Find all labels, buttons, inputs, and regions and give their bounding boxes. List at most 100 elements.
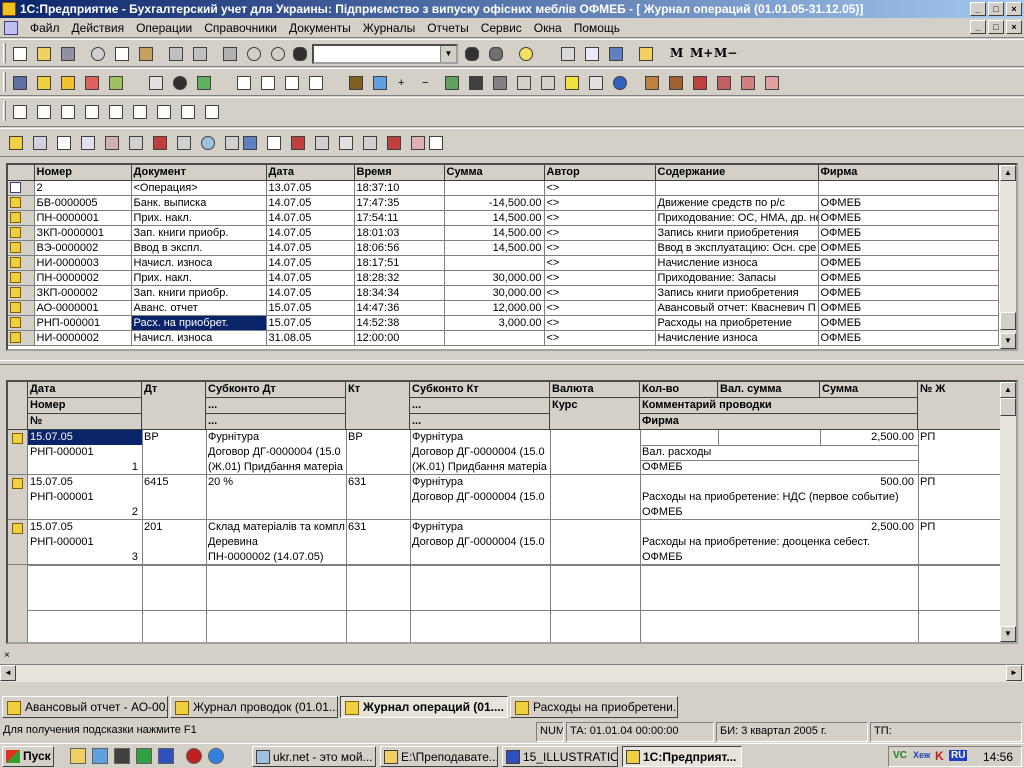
entry-subconto-kt-2[interactable]: Договор ДГ-0000004 (15.0 <box>410 535 550 550</box>
excel-icon[interactable] <box>136 748 152 764</box>
window-tab[interactable]: Журнал проводок (01.01.... <box>170 696 338 718</box>
cell-firm[interactable]: ОФМЕБ <box>818 225 999 241</box>
entry-subconto-kt-3[interactable]: (Ж.01) Придбання матеріа <box>410 460 550 475</box>
save-icon[interactable] <box>58 44 78 64</box>
cut-icon[interactable] <box>88 44 108 64</box>
cell-date[interactable]: 13.07.05 <box>266 180 355 196</box>
menu-item-0[interactable]: Файл <box>24 20 66 36</box>
cell-author[interactable]: <> <box>544 225 656 241</box>
calculator-icon[interactable] <box>558 44 578 64</box>
cell-date[interactable]: 14.07.05 <box>266 240 355 256</box>
clock-icon[interactable] <box>170 73 190 93</box>
menu-item-3[interactable]: Справочники <box>198 20 283 36</box>
cell-time[interactable]: 17:54:11 <box>354 210 445 226</box>
scroll-right-icon[interactable]: ► <box>1006 665 1022 681</box>
menu-item-1[interactable]: Действия <box>66 20 131 36</box>
paste-icon[interactable] <box>136 44 156 64</box>
print-icon[interactable] <box>166 44 186 64</box>
cell-sum[interactable]: -14,500.00 <box>444 195 545 211</box>
pen-icon[interactable] <box>490 73 510 93</box>
column-date[interactable]: Дата <box>266 165 355 181</box>
find-next-icon[interactable] <box>462 44 482 64</box>
entries-grid[interactable]: Дата Номер № Дт Субконто Дт ... ... Кт С… <box>6 380 1018 644</box>
cell-content[interactable]: Приходование: Запасы <box>655 270 819 286</box>
cell-time[interactable]: 18:17:51 <box>354 255 445 271</box>
cell-firm[interactable]: ОФМЕБ <box>818 285 999 301</box>
cell-date[interactable]: 14.07.05 <box>266 285 355 301</box>
sort-desc-icon[interactable] <box>538 73 558 93</box>
column-number[interactable]: Номер <box>34 165 132 181</box>
cell-firm[interactable]: ОФМЕБ <box>818 255 999 271</box>
cash-register-icon[interactable] <box>586 73 606 93</box>
report-icon[interactable] <box>234 73 254 93</box>
cell-sum[interactable]: 14,500.00 <box>444 240 545 256</box>
entry-subconto-kt-2[interactable]: Договор ДГ-0000004 (15.0 <box>410 490 550 505</box>
table-row[interactable]: БВ-0000005 Банк. выписка 14.07.05 17:47:35-… <box>8 195 999 211</box>
column-subconto-dt-3[interactable]: ... <box>206 414 346 430</box>
cell-time[interactable]: 18:01:03 <box>354 225 445 241</box>
chart-accounts-icon[interactable] <box>10 73 30 93</box>
remove-icon[interactable]: − <box>418 73 438 93</box>
cell-firm[interactable]: ОФМЕБ <box>818 315 999 331</box>
column-subconto-dt[interactable]: Субконто Дт <box>206 382 346 398</box>
tray-k-icon[interactable]: K <box>935 749 944 763</box>
column-entry-no[interactable]: № <box>28 414 142 430</box>
entry-journal[interactable]: РП <box>918 520 1002 535</box>
column-subconto-kt-3[interactable]: ... <box>410 414 550 430</box>
entry-comment[interactable]: Расходы на приобретение: НДС (первое соб… <box>640 490 918 505</box>
cell-content[interactable]: Начисление износа <box>655 330 819 346</box>
cell-doc[interactable]: Прих. накл. <box>131 270 267 286</box>
document-window-icon[interactable] <box>4 21 18 35</box>
entry-date[interactable]: 15.07.05 <box>28 430 142 445</box>
cell-author[interactable]: <> <box>544 300 656 316</box>
redo-icon[interactable] <box>268 44 288 64</box>
cell-num[interactable]: АО-0000001 <box>34 300 132 316</box>
panel-splitter[interactable] <box>0 360 1024 365</box>
column-comment[interactable]: Комментарий проводки <box>640 398 918 414</box>
menu-item-7[interactable]: Сервис <box>475 20 528 36</box>
entry-subconto-kt-1[interactable]: Фурнітура <box>410 520 550 535</box>
child-restore-button[interactable]: □ <box>988 20 1004 34</box>
cell-time[interactable]: 17:47:35 <box>354 195 445 211</box>
entry-dt[interactable]: 6415 <box>142 475 206 490</box>
cell-time[interactable]: 18:28:32 <box>354 270 445 286</box>
table-row[interactable]: РНП-000001 Расх. на приобрет. 15.07.05 14:5… <box>8 315 999 331</box>
cell-date[interactable]: 14.07.05 <box>266 210 355 226</box>
cell-author[interactable]: <> <box>544 255 656 271</box>
cell-date[interactable]: 14.07.05 <box>266 270 355 286</box>
cell-sum[interactable] <box>444 255 545 271</box>
memory-plus-button[interactable]: M+ <box>690 46 713 60</box>
report-t5-icon[interactable] <box>202 102 222 122</box>
doc-copy-icon[interactable] <box>150 133 170 153</box>
entries-scroll-thumb[interactable] <box>1000 398 1016 416</box>
cell-doc[interactable]: Зап. книги приобр. <box>131 225 267 241</box>
help-icon[interactable] <box>516 44 536 64</box>
column-currency[interactable]: Валюта <box>550 382 640 398</box>
entry-subconto-dt-1[interactable]: 20 % <box>206 475 346 490</box>
add-icon[interactable]: + <box>394 73 414 93</box>
entry-dt[interactable]: ВР <box>142 430 206 445</box>
copy-icon[interactable] <box>112 44 132 64</box>
globe-icon[interactable] <box>610 73 630 93</box>
scroll-up-icon[interactable]: ▲ <box>1000 165 1016 181</box>
minimize-button[interactable]: _ <box>970 2 986 16</box>
taskbar-task[interactable]: 15_ILLUSTRATIO... <box>502 746 618 767</box>
taskbar-task[interactable]: E:\Преподавате... <box>380 746 498 767</box>
copy-doc-icon[interactable] <box>370 73 390 93</box>
journal-scrollbar[interactable]: ▲ ▼ <box>1000 165 1016 349</box>
cell-author[interactable]: <> <box>544 270 656 286</box>
entry-kt[interactable]: 631 <box>346 475 410 490</box>
cell-num[interactable]: 2 <box>34 180 132 196</box>
people-icon[interactable] <box>666 73 686 93</box>
window-tab[interactable]: Расходы на приобретени... <box>510 696 678 718</box>
tray-vc-icon[interactable]: VC <box>893 750 907 761</box>
cell-author[interactable]: <> <box>544 180 656 196</box>
delete-x-icon[interactable] <box>384 133 404 153</box>
entry-subconto-kt-1[interactable]: Фурнітура <box>410 430 550 445</box>
cell-num[interactable]: РНП-000001 <box>34 315 132 331</box>
cell-author[interactable]: <> <box>544 285 656 301</box>
tray-xezh-icon[interactable]: Хеж <box>913 750 930 760</box>
menu-item-9[interactable]: Помощь <box>568 20 626 36</box>
entry-subconto-dt-2[interactable]: Деревина <box>206 535 346 550</box>
cell-sum[interactable]: 3,000.00 <box>444 315 545 331</box>
